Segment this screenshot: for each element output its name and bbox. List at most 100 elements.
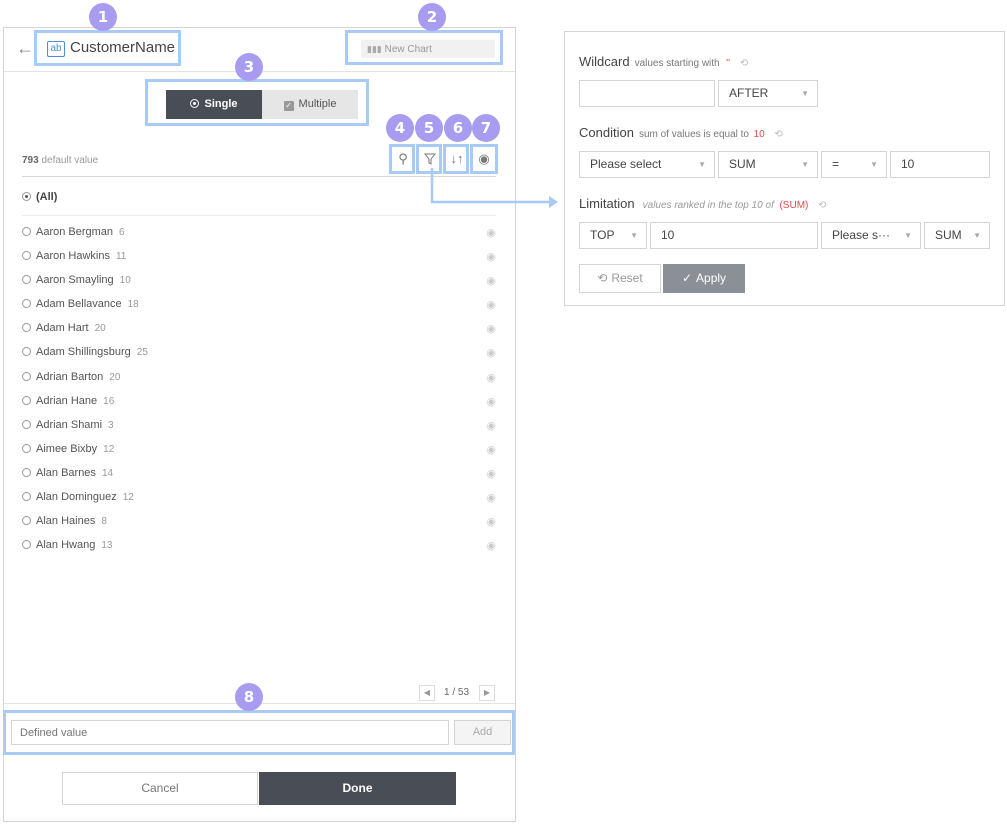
- radio-icon: [22, 467, 31, 477]
- eye-icon[interactable]: ◉: [486, 370, 496, 386]
- condition-operator-value: =: [832, 157, 840, 171]
- value-list: Aaron Bergman 6 ◉ Aaron Hawkins 11 ◉ Aaron Sma…: [22, 224, 496, 561]
- limitation-aggregate-value: SUM: [935, 228, 962, 242]
- list-item-label: Aaron Hawkins: [36, 250, 110, 263]
- callout-badge-4: 4: [386, 114, 414, 142]
- list-item-label: Alan Dominguez: [36, 491, 117, 504]
- list-item-count: 20: [109, 371, 121, 383]
- list-item-label: Adrian Hane: [36, 394, 98, 407]
- condition-aggregate-select[interactable]: SUM ▼: [718, 151, 818, 178]
- eye-icon[interactable]: ◉: [486, 345, 496, 361]
- radio-icon: [22, 492, 31, 502]
- list-item-label: Aaron Smayling: [36, 274, 114, 287]
- condition-operator-select[interactable]: = ▼: [821, 151, 887, 178]
- callout-box-3: [145, 79, 369, 126]
- radio-icon: [22, 299, 31, 309]
- list-item-count: 6: [119, 227, 125, 238]
- radio-icon: [22, 419, 31, 429]
- eye-icon[interactable]: ◉: [486, 249, 496, 265]
- list-item-label: Adam Hart: [36, 322, 89, 335]
- value-count: 793 default value: [22, 155, 98, 166]
- prev-page-button[interactable]: ◀: [419, 685, 435, 701]
- radio-icon: [22, 275, 31, 285]
- list-item-label: Alan Hwang: [36, 539, 96, 552]
- limitation-rank-select[interactable]: TOP ▼: [579, 222, 647, 249]
- condition-description: sum of values is equal to: [638, 129, 749, 140]
- list-item-count: 10: [119, 275, 131, 287]
- list-item[interactable]: Aaron Hawkins 11 ◉: [22, 248, 496, 272]
- list-item[interactable]: Adrian Hane 16 ◉: [22, 393, 496, 417]
- limitation-title: Limitation: [579, 196, 635, 211]
- eye-icon[interactable]: ◉: [486, 538, 496, 554]
- next-page-button[interactable]: ▶: [479, 685, 495, 701]
- list-item[interactable]: Alan Hwang 13 ◉: [22, 537, 496, 561]
- eye-icon[interactable]: ◉: [486, 466, 496, 482]
- undo-icon[interactable]: ⟲: [740, 58, 748, 69]
- limitation-aggregate-select[interactable]: SUM ▼: [924, 222, 990, 249]
- list-item-count: 8: [101, 516, 107, 528]
- list-item[interactable]: Adam Hart 20 ◉: [22, 320, 496, 344]
- radio-icon: [22, 347, 31, 357]
- wildcard-section-title: Wildcard values starting with '' ⟲: [579, 54, 748, 69]
- wildcard-position-select[interactable]: AFTER ▼: [718, 80, 818, 107]
- list-item[interactable]: Aaron Smayling 10 ◉: [22, 272, 496, 296]
- list-item[interactable]: Alan Haines 8 ◉: [22, 513, 496, 537]
- list-item[interactable]: Alan Barnes 14 ◉: [22, 465, 496, 489]
- eye-icon[interactable]: ◉: [486, 490, 496, 506]
- chevron-down-icon: ▼: [973, 231, 981, 240]
- condition-section-title: Condition sum of values is equal to 10 ⟲: [579, 125, 783, 140]
- eye-icon[interactable]: ◉: [486, 321, 496, 337]
- radio-icon: [22, 251, 31, 261]
- list-item-count: 18: [127, 299, 139, 311]
- callout-box-2: [345, 30, 503, 65]
- all-option[interactable]: (All): [22, 191, 57, 203]
- list-item[interactable]: Aimee Bixby 12 ◉: [22, 441, 496, 465]
- eye-icon[interactable]: ◉: [486, 418, 496, 434]
- cancel-button[interactable]: Cancel: [62, 772, 258, 805]
- page-indicator: 1 / 53: [444, 687, 470, 698]
- radio-icon: [22, 227, 31, 236]
- eye-icon[interactable]: ◉: [486, 514, 496, 530]
- done-button[interactable]: Done: [259, 772, 456, 805]
- value-count-label: default value: [41, 155, 99, 166]
- list-item[interactable]: Adam Shillingsburg 25 ◉: [22, 344, 496, 368]
- radio-selected-icon: [22, 192, 31, 201]
- limitation-highlight: (SUM): [779, 200, 809, 211]
- list-item-count: 20: [94, 323, 106, 335]
- list-item-count: 12: [122, 492, 134, 504]
- radio-icon: [22, 443, 31, 453]
- eye-icon[interactable]: ◉: [486, 442, 496, 458]
- list-item-count: 11: [115, 251, 127, 263]
- chevron-down-icon: ▼: [698, 160, 706, 169]
- callout-box-8: [3, 710, 515, 755]
- list-item[interactable]: Adam Bellavance 18 ◉: [22, 296, 496, 320]
- condition-aggregate-value: SUM: [729, 157, 756, 171]
- limitation-rank-value: TOP: [590, 228, 615, 242]
- undo-icon[interactable]: ⟲: [774, 129, 782, 140]
- condition-field-select[interactable]: Please select ▼: [579, 151, 715, 178]
- limitation-count-input[interactable]: 10: [650, 222, 818, 249]
- reset-button[interactable]: ⟲ Reset: [579, 264, 661, 293]
- list-item-label: Aimee Bixby: [36, 442, 98, 455]
- list-item-label: Adam Shillingsburg: [36, 346, 131, 359]
- eye-icon[interactable]: ◉: [486, 297, 496, 313]
- list-item[interactable]: Alan Dominguez 12 ◉: [22, 489, 496, 513]
- list-item[interactable]: Adrian Shami 3 ◉: [22, 417, 496, 441]
- list-item[interactable]: Adrian Barton 20 ◉: [22, 369, 496, 393]
- limitation-field-select[interactable]: Please s··· ▼: [821, 222, 921, 249]
- undo-icon[interactable]: ⟲: [818, 200, 826, 211]
- eye-icon[interactable]: ◉: [486, 273, 496, 289]
- chevron-down-icon: ▼: [630, 231, 638, 240]
- eye-icon[interactable]: ◉: [486, 225, 496, 241]
- pagination: ◀ 1 / 53 ▶: [419, 685, 497, 703]
- list-item[interactable]: Aaron Bergman 6 ◉: [22, 224, 496, 248]
- limitation-description: values ranked in the top 10 of: [642, 200, 774, 211]
- apply-button[interactable]: ✓ Apply: [663, 264, 745, 293]
- eye-icon[interactable]: ◉: [486, 394, 496, 410]
- condition-value-input[interactable]: 10: [890, 151, 990, 178]
- list-item-label: Alan Haines: [36, 515, 96, 528]
- radio-icon: [22, 323, 31, 333]
- back-arrow-icon[interactable]: ←: [16, 38, 36, 58]
- wildcard-input[interactable]: [579, 80, 715, 107]
- reset-label: Reset: [611, 271, 643, 285]
